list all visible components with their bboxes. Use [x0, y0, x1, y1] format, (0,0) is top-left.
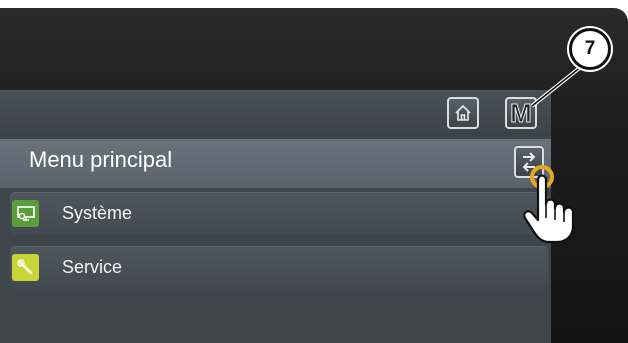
page-title: Menu principal — [29, 147, 173, 172]
callout-number: 7 — [569, 28, 611, 70]
computer-settings-icon — [12, 200, 39, 227]
pointing-hand-icon — [523, 165, 575, 244]
menu-item-systeme[interactable]: Système — [10, 192, 548, 235]
main-menu-button[interactable]: M — [505, 97, 537, 129]
home-icon — [455, 104, 471, 121]
main-menu-button-label: M — [510, 98, 533, 128]
menu-item-label: Service — [62, 257, 123, 277]
wrench-icon — [12, 254, 39, 281]
menu-item-label: Système — [62, 203, 133, 223]
menu-item-service[interactable]: Service — [10, 246, 548, 289]
home-button[interactable] — [447, 97, 479, 129]
